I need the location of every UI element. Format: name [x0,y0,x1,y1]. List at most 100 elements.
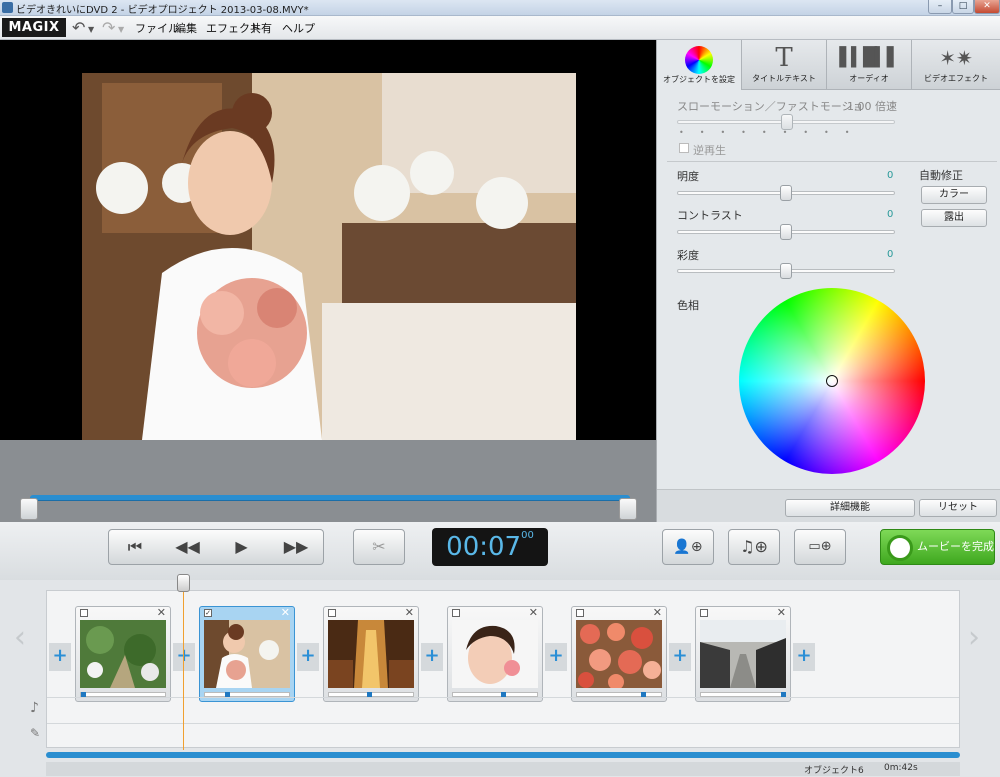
clip-checkbox[interactable] [328,609,336,617]
redo-dropdown-icon[interactable]: ▼ [118,25,124,34]
contrast-slider-knob[interactable] [780,224,792,240]
menu-file[interactable]: ファイル [135,20,179,36]
fast-forward-button[interactable]: ▶▶ [269,529,324,565]
clip-roses[interactable]: ✕ [571,606,667,702]
minimize-button[interactable]: – [928,0,952,14]
insert-plus-icon[interactable]: + [421,643,443,671]
tab-video-effects[interactable]: ✶✷ ビデオエフェクト [912,40,1000,90]
magix-logo: MAGIX [2,18,66,37]
saturation-label: 彩度 [677,249,699,262]
add-music-button[interactable]: ♫⊕ [728,529,780,565]
add-video-button[interactable]: ▭⊕ [794,529,846,565]
object-count: オブジェクト6 [804,766,864,776]
brightness-slider-knob[interactable] [780,185,792,201]
preview-seekbar[interactable] [30,495,630,501]
insert-plus-icon[interactable]: + [669,643,691,671]
clip-thumbnail [204,620,290,688]
clip-close-icon[interactable]: ✕ [281,606,290,619]
clip-close-icon[interactable]: ✕ [653,606,662,619]
video-preview [0,40,656,440]
seek-start-handle[interactable] [20,498,38,520]
speed-value: 1.00 倍速 [847,100,897,113]
speed-slider[interactable] [677,114,895,130]
add-photo-button[interactable]: 👤⊕ [662,529,714,565]
preview-seek-area [0,440,656,522]
menu-bar: MAGIX ↶ ▼ ↷ ▼ ファイル 編集 エフェクト 共有 ヘルプ [0,16,1000,40]
clip-checkbox[interactable] [576,609,584,617]
clip-thumbnail [452,620,538,688]
auto-exposure-button[interactable]: 露出 [921,209,987,227]
play-button[interactable]: ▶ [214,529,270,565]
contrast-slider[interactable] [677,224,895,240]
rewind-icon: ◀◀ [175,537,200,556]
clip-checkbox[interactable] [80,609,88,617]
clip-garden-path[interactable]: ✕ [75,606,171,702]
divider [667,161,997,162]
cut-button[interactable]: ✂ [353,529,405,565]
insert-plus-icon[interactable]: + [793,643,815,671]
clip-close-icon[interactable]: ✕ [405,606,414,619]
clip-close-icon[interactable]: ✕ [529,606,538,619]
scissors-icon: ✂ [372,537,386,556]
title-text-icon: T [775,43,793,73]
narration-track-icon: ✎ [30,726,41,740]
auto-color-button[interactable]: カラー [921,186,987,204]
tab-object-settings[interactable]: オブジェクトを設定 [657,40,742,90]
rewind-button[interactable]: ◀◀ [161,529,215,565]
music-track-icon: ♪ [30,700,39,716]
project-duration: 0m:42s [884,763,918,773]
audio-waveform-icon: ▌▍█▍▌ [839,47,900,68]
project-scrollbar[interactable] [46,752,960,758]
tab-title-text[interactable]: T タイトルテキスト [742,40,827,90]
clip-checkbox[interactable] [452,609,460,617]
clip-checkbox[interactable] [700,609,708,617]
hue-wheel-cursor[interactable] [826,375,838,387]
clip-church-aisle[interactable]: ✕ [323,606,419,702]
speed-ticks: ••••••••• [679,128,866,137]
clip-thumbnail [328,620,414,688]
hue-label: 色相 [677,299,699,312]
advanced-button[interactable]: 詳細機能 [785,499,915,517]
clip-bride[interactable]: ✓ ✕ [199,606,295,702]
menu-edit[interactable]: 編集 [175,20,197,36]
add-music-icon: ♫⊕ [740,537,768,556]
redo-icon[interactable]: ↷ [102,18,115,37]
menu-help[interactable]: ヘルプ [282,20,315,36]
reset-button[interactable]: リセット [919,499,997,517]
film-reel-icon [887,535,913,561]
insert-plus-icon[interactable]: + [173,643,195,671]
brightness-value: 0 [887,170,894,181]
transport-bar: ⏮ ◀◀ ▶ ▶▶ ✂ 00:0700 👤⊕ ♫⊕ ▭⊕ ムービーを完成 [0,522,1000,580]
skip-to-start-button[interactable]: ⏮ [108,529,162,565]
window-title: ビデオきれいにDVD 2 - ビデオプロジェクト 2013-03-08.MVY* [16,5,309,16]
seek-end-handle[interactable] [619,498,637,520]
undo-dropdown-icon[interactable]: ▼ [88,25,94,34]
brightness-slider[interactable] [677,185,895,201]
clip-close-icon[interactable]: ✕ [157,606,166,619]
menu-share[interactable]: 共有 [250,20,272,36]
maximize-button[interactable]: □ [952,0,974,14]
insert-plus-icon[interactable]: + [49,643,71,671]
clip-woman-portrait[interactable]: ✕ [447,606,543,702]
storyboard: ‹ › + ✕ + ✓ ✕ + ✕ + ✕ + ✕ + ✕ + ♪ ✎ オブジェ… [0,580,1000,777]
saturation-value: 0 [887,249,894,260]
clip-street[interactable]: ✕ [695,606,791,702]
clip-close-icon[interactable]: ✕ [777,606,786,619]
skip-start-icon: ⏮ [127,537,143,556]
reverse-checkbox[interactable] [679,143,689,153]
finish-movie-button[interactable]: ムービーを完成 [880,529,995,565]
close-button[interactable]: ✕ [974,0,1000,14]
hue-color-wheel[interactable] [739,288,925,474]
playhead-handle[interactable] [177,574,190,592]
speed-label: スローモーション／ファストモーショ [677,100,864,113]
scroll-right-icon[interactable]: › [968,620,980,655]
saturation-slider-knob[interactable] [780,263,792,279]
scroll-left-icon[interactable]: ‹ [14,620,26,655]
tab-audio[interactable]: ▌▍█▍▌ オーディオ [827,40,912,90]
auto-correct-label: 自動修正 [919,169,963,182]
saturation-slider[interactable] [677,263,895,279]
insert-plus-icon[interactable]: + [297,643,319,671]
insert-plus-icon[interactable]: + [545,643,567,671]
clip-checkbox[interactable]: ✓ [204,609,212,617]
undo-icon[interactable]: ↶ [72,18,85,37]
